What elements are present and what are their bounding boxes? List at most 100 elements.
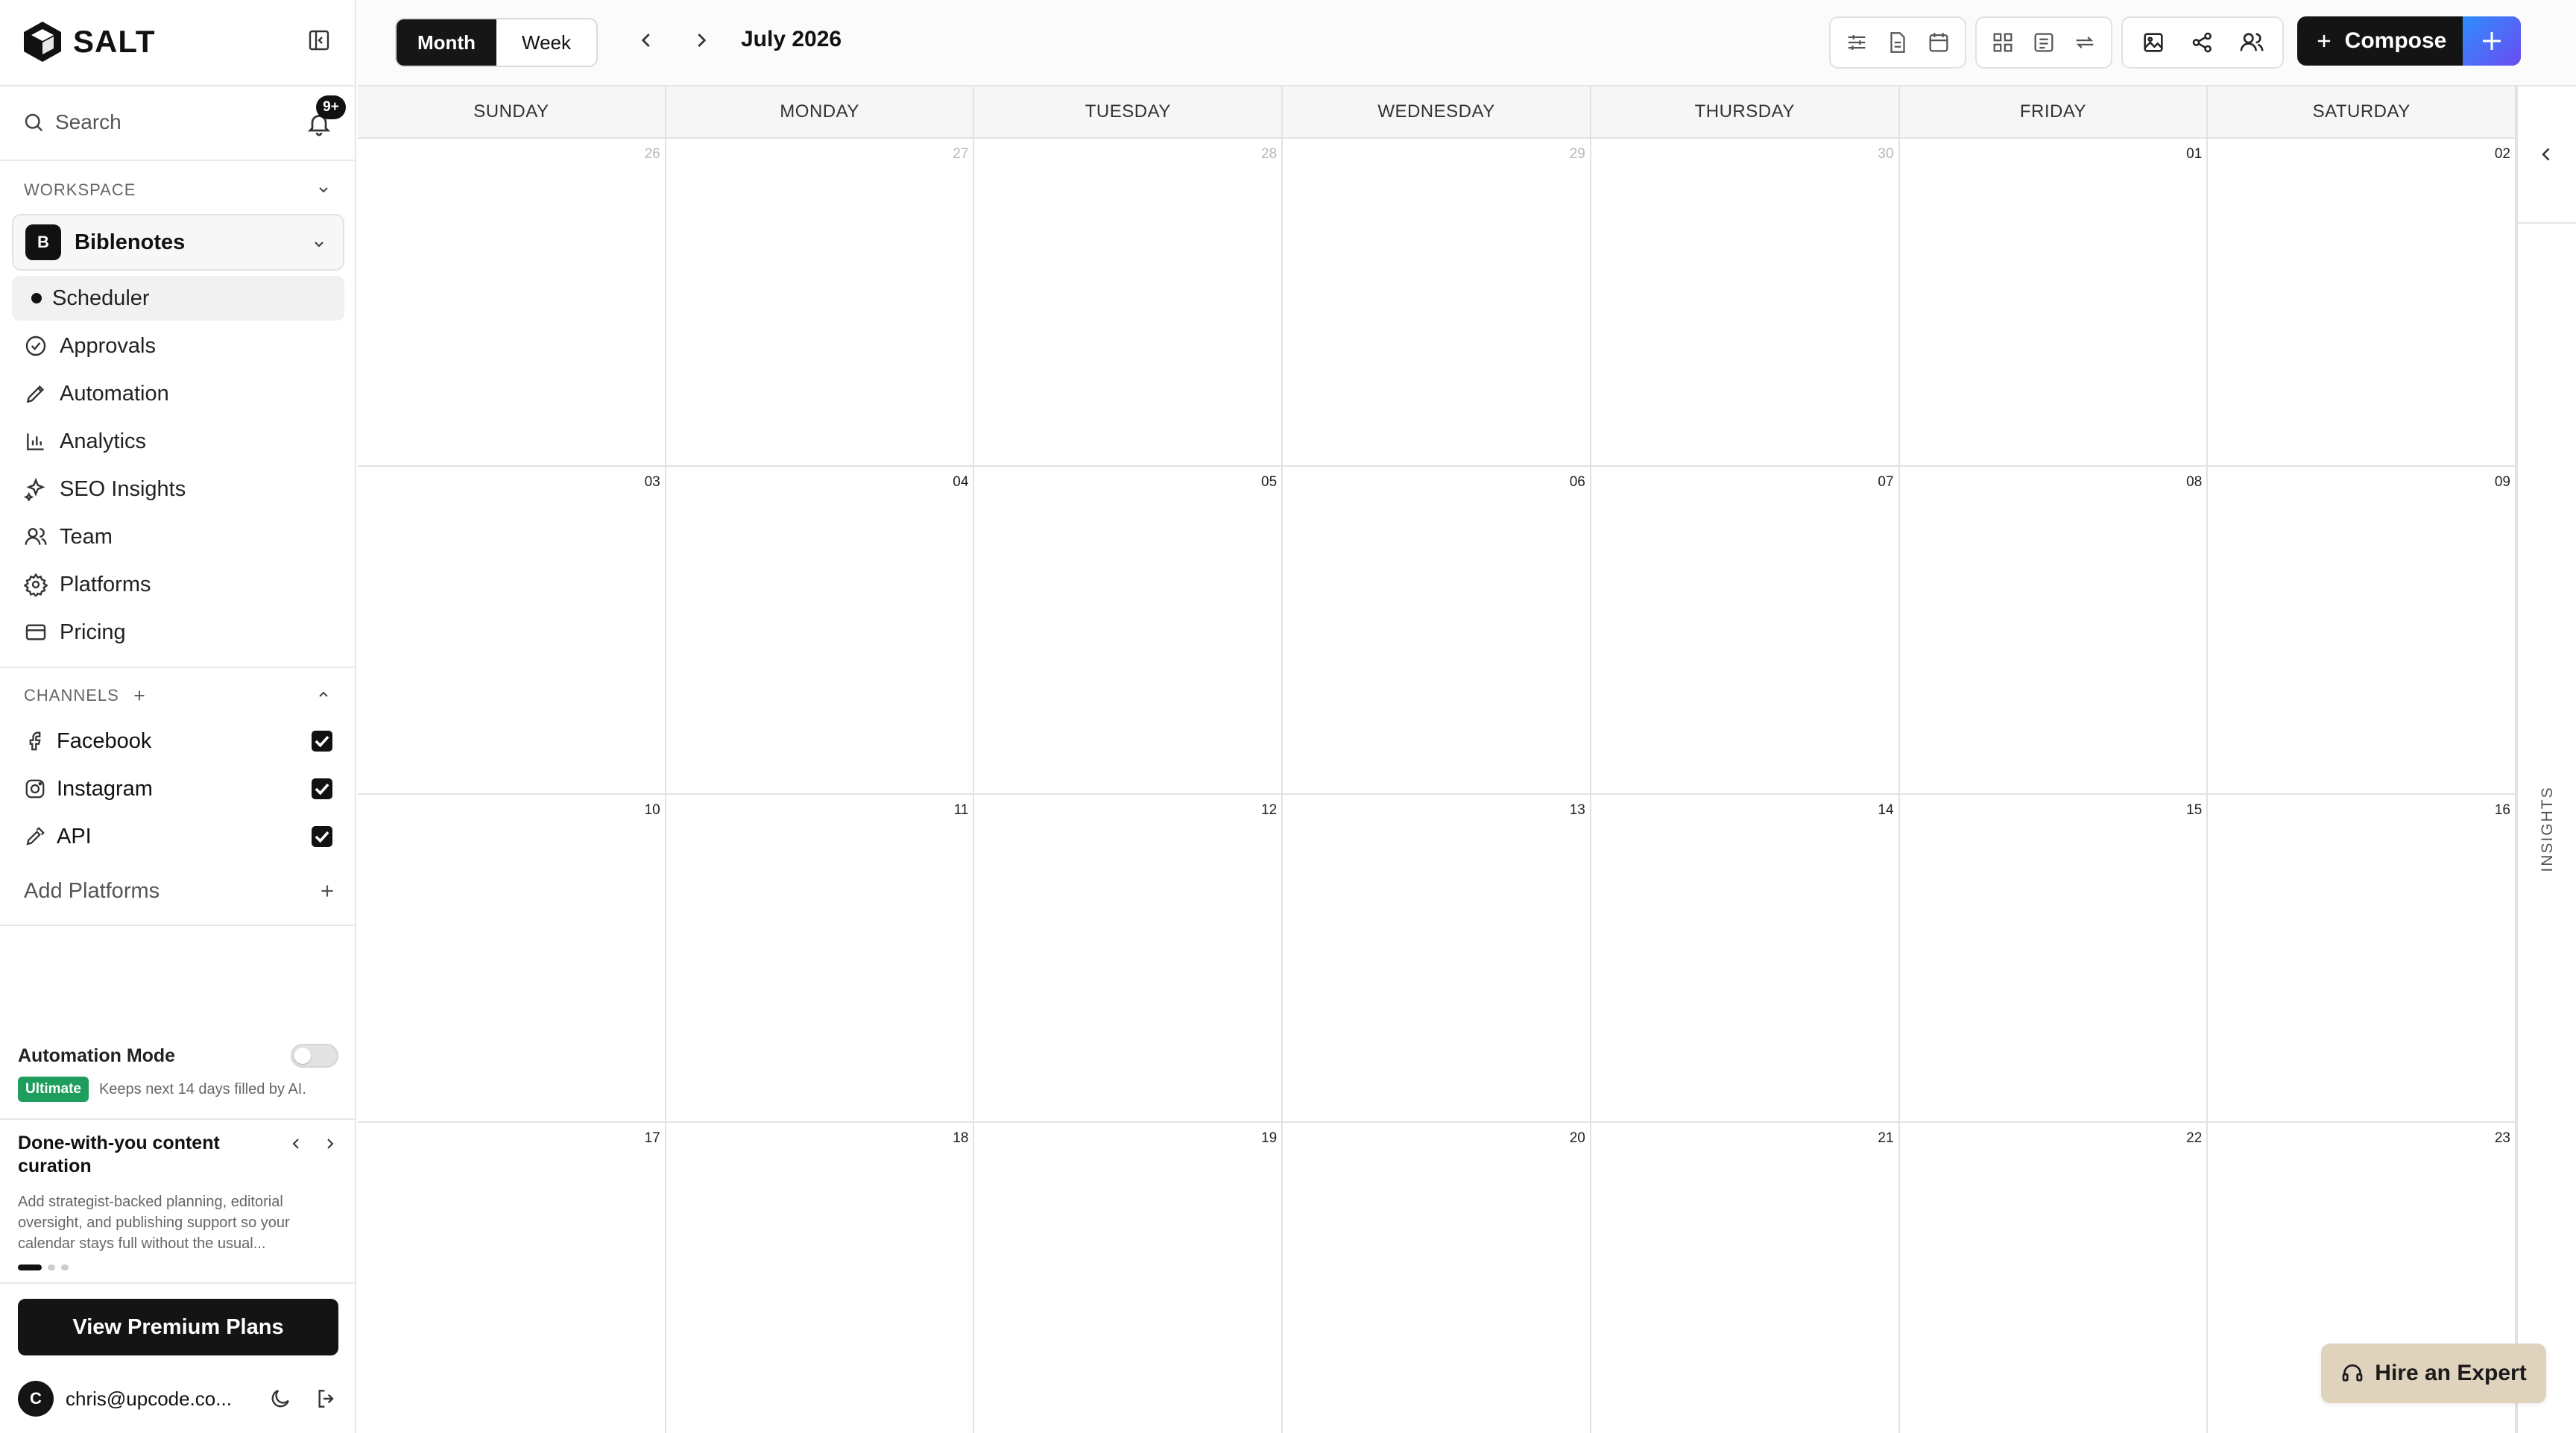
sidebar-item-label: Approvals <box>60 333 156 358</box>
sidebar-collapse-icon[interactable] <box>307 28 331 52</box>
chevron-right-icon[interactable] <box>689 28 713 52</box>
calendar-day-cell[interactable]: 26 <box>358 139 666 467</box>
sidebar-item-scheduler[interactable]: Scheduler <box>12 276 344 321</box>
sidebar-item-seo-insights[interactable]: SEO Insights <box>12 467 344 511</box>
app-root: SALT Search 9+ WORKSPACE B Biblenotes Sc… <box>0 0 2576 1433</box>
day-number: 16 <box>2494 802 2510 818</box>
automation-mode-toggle[interactable] <box>291 1044 338 1068</box>
compose-main[interactable]: Compose <box>2297 28 2463 54</box>
plus-icon <box>2317 34 2330 48</box>
calendar-day-cell[interactable]: 11 <box>666 795 975 1123</box>
share-icon[interactable] <box>2190 30 2215 55</box>
channel-checkbox[interactable] <box>312 731 332 752</box>
channels-header: CHANNELS <box>24 686 148 705</box>
calendar-day-cell[interactable]: 06 <box>1283 467 1591 795</box>
tab-week[interactable]: Week <box>496 19 596 66</box>
weekday-saturday: SATURDAY <box>2208 86 2517 137</box>
media-tool-group <box>2121 16 2284 69</box>
calendar-day-cell[interactable]: 18 <box>666 1123 975 1433</box>
moon-icon[interactable] <box>268 1387 292 1411</box>
document-icon[interactable] <box>1885 30 1910 55</box>
channel-facebook[interactable]: Facebook <box>12 719 344 763</box>
sidebar-item-automation[interactable]: Automation <box>12 371 344 416</box>
calendar-day-cell[interactable]: 13 <box>1283 795 1591 1123</box>
workspace-select[interactable]: B Biblenotes <box>12 214 344 271</box>
compose-button[interactable]: Compose <box>2297 16 2521 66</box>
channel-checkbox[interactable] <box>312 826 332 847</box>
chevron-left-icon[interactable] <box>635 28 659 52</box>
filter-tool-group <box>1829 16 1966 69</box>
calendar-day-cell[interactable]: 28 <box>974 139 1284 467</box>
channels-label: CHANNELS <box>24 686 119 705</box>
ultimate-row: Ultimate Keeps next 14 days filled by AI… <box>18 1077 306 1102</box>
calendar-icon[interactable] <box>1926 30 1951 55</box>
hire-an-expert-button[interactable]: Hire an Expert <box>2321 1344 2546 1403</box>
headset-icon <box>2342 1364 2363 1382</box>
brand[interactable]: SALT <box>22 18 156 66</box>
search-button[interactable]: Search <box>22 104 343 140</box>
calendar-day-cell[interactable]: 16 <box>2208 795 2516 1123</box>
repeat-icon[interactable] <box>2072 30 2097 55</box>
sidebar-item-approvals[interactable]: Approvals <box>12 324 344 368</box>
calendar-day-cell[interactable]: 05 <box>974 467 1284 795</box>
calendar-day-cell[interactable]: 09 <box>2208 467 2516 795</box>
calendar-day-cell[interactable]: 12 <box>974 795 1284 1123</box>
chevron-left-icon[interactable] <box>2536 143 2558 166</box>
sidebar-item-analytics[interactable]: Analytics <box>12 419 344 464</box>
sidebar-item-platforms[interactable]: Platforms <box>12 562 344 607</box>
sidebar-item-label: Platforms <box>60 572 151 596</box>
divider <box>0 1282 356 1284</box>
check-circle-icon <box>25 336 46 356</box>
insights-label[interactable]: INSIGHTS <box>2539 786 2557 872</box>
calendar-day-cell[interactable]: 29 <box>1283 139 1591 467</box>
calendar-day-cell[interactable]: 17 <box>358 1123 666 1433</box>
calendar-day-cell[interactable]: 21 <box>1591 1123 1900 1433</box>
list-icon[interactable] <box>2031 30 2056 55</box>
channel-api[interactable]: API <box>12 814 344 859</box>
chevron-up-icon[interactable] <box>315 686 332 704</box>
day-number: 29 <box>1569 146 1585 162</box>
users-icon[interactable] <box>2239 30 2264 55</box>
chevron-left-icon[interactable] <box>288 1135 306 1153</box>
calendar-day-cell[interactable]: 08 <box>1899 467 2209 795</box>
carousel-dot[interactable] <box>48 1264 55 1270</box>
calendar-day-cell[interactable]: 22 <box>1900 1123 2209 1433</box>
tab-month[interactable]: Month <box>397 19 496 66</box>
add-platforms-button[interactable]: Add Platforms <box>24 872 337 910</box>
carousel-dots <box>18 1264 338 1270</box>
day-number: 01 <box>2186 146 2203 162</box>
calendar-day-cell[interactable]: 01 <box>1899 139 2209 467</box>
chevron-down-icon[interactable] <box>315 180 332 198</box>
image-icon[interactable] <box>2141 30 2166 55</box>
calendar-day-cell[interactable]: 07 <box>1591 467 1900 795</box>
calendar-day-cell[interactable]: 14 <box>1591 795 1900 1123</box>
chevron-right-icon[interactable] <box>321 1135 338 1153</box>
sidebar-item-team[interactable]: Team <box>12 514 344 559</box>
sidebar-item-pricing[interactable]: Pricing <box>12 610 344 655</box>
carousel-dot[interactable] <box>18 1264 42 1270</box>
calendar-day-cell[interactable]: 27 <box>666 139 975 467</box>
bar-chart-icon <box>27 433 44 450</box>
day-number: 23 <box>2494 1130 2510 1146</box>
logout-icon[interactable] <box>315 1387 338 1411</box>
sliders-icon[interactable] <box>1844 30 1869 55</box>
grid-icon[interactable] <box>1990 30 2015 55</box>
view-premium-plans-button[interactable]: View Premium Plans <box>18 1299 338 1355</box>
calendar-day-cell[interactable]: 20 <box>1283 1123 1591 1433</box>
day-number: 04 <box>953 474 969 490</box>
avatar[interactable]: C <box>18 1381 54 1417</box>
calendar-day-cell[interactable]: 10 <box>358 795 666 1123</box>
quick-add-button[interactable] <box>2463 16 2521 66</box>
calendar-day-cell[interactable]: 19 <box>974 1123 1284 1433</box>
plus-icon[interactable] <box>131 687 148 704</box>
channel-instagram[interactable]: Instagram <box>12 766 344 811</box>
calendar-day-cell[interactable]: 30 <box>1591 139 1900 467</box>
calendar-day-cell[interactable]: 02 <box>2208 139 2516 467</box>
calendar-day-cell[interactable]: 04 <box>666 467 975 795</box>
calendar-day-cell[interactable]: 03 <box>358 467 666 795</box>
channel-checkbox[interactable] <box>312 778 332 799</box>
promo-body: Add strategist-backed planning, editoria… <box>18 1191 331 1254</box>
calendar-day-cell[interactable]: 15 <box>1899 795 2209 1123</box>
carousel-dot[interactable] <box>61 1264 69 1270</box>
sidebar-nav: Scheduler Approvals Automation Analytics… <box>12 276 344 658</box>
